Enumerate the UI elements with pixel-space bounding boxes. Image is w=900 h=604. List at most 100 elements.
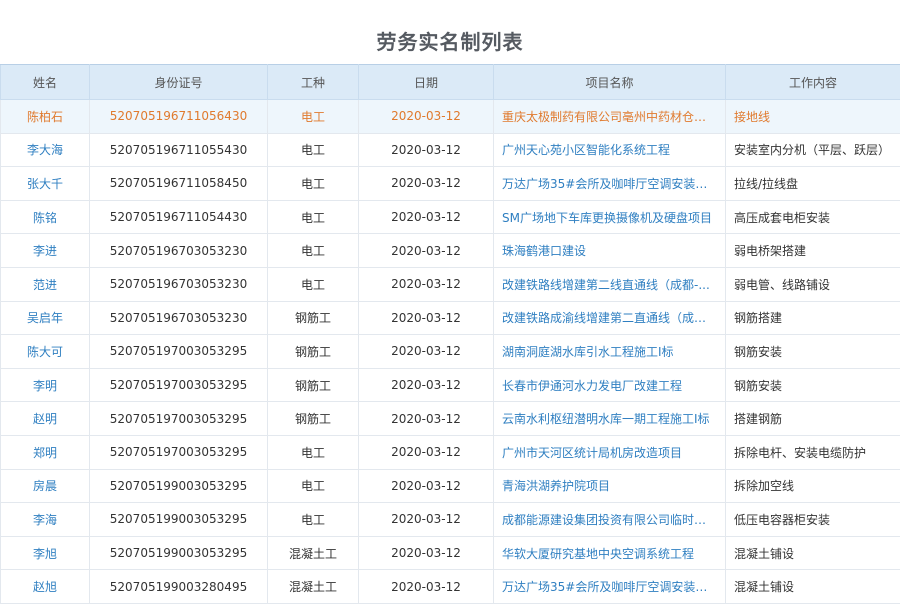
cell-project-name[interactable]: 华软大厦研究基地中央空调系统工程 [494, 536, 726, 570]
cell-project-name[interactable]: 云南水利枢纽潜明水库一期工程施工I标 [494, 402, 726, 436]
table-row[interactable]: 陈大可520705197003053295钢筋工2020-03-12湖南洞庭湖水… [1, 335, 900, 369]
cell-name[interactable]: 吴启年 [1, 301, 90, 335]
column-header-id-number[interactable]: 身份证号 [90, 65, 268, 100]
cell-job-type: 钢筋工 [268, 402, 359, 436]
cell-date: 2020-03-12 [359, 570, 494, 604]
cell-job-type: 钢筋工 [268, 301, 359, 335]
table-row[interactable]: 赵旭520705199003280495混凝土工2020-03-12万达广场35… [1, 570, 900, 604]
cell-name[interactable]: 张大千 [1, 167, 90, 201]
cell-id-number: 520705197003053295 [90, 368, 268, 402]
cell-work-content: 钢筋安装 [726, 368, 900, 402]
table-row[interactable]: 郑明520705197003053295电工2020-03-12广州市天河区统计… [1, 435, 900, 469]
table-row[interactable]: 陈铭520705196711054430电工2020-03-12SM广场地下车库… [1, 200, 900, 234]
cell-id-number: 520705196711058450 [90, 167, 268, 201]
cell-project-name[interactable]: 广州天心苑小区智能化系统工程 [494, 133, 726, 167]
cell-date: 2020-03-12 [359, 133, 494, 167]
column-header-name[interactable]: 姓名 [1, 65, 90, 100]
cell-name[interactable]: 李大海 [1, 133, 90, 167]
cell-work-content: 拉线/拉线盘 [726, 167, 900, 201]
cell-date: 2020-03-12 [359, 335, 494, 369]
cell-date: 2020-03-12 [359, 267, 494, 301]
cell-name[interactable]: 李进 [1, 234, 90, 268]
cell-job-type: 电工 [268, 267, 359, 301]
cell-job-type: 电工 [268, 167, 359, 201]
cell-job-type: 电工 [268, 234, 359, 268]
cell-work-content: 搭建钢筋 [726, 402, 900, 436]
cell-project-name[interactable]: 万达广场35#会所及咖啡厅空调安装工程 [494, 167, 726, 201]
cell-project-name[interactable]: 改建铁路成渝线增建第二直通线（成渝... [494, 301, 726, 335]
cell-id-number: 520705197003053295 [90, 335, 268, 369]
cell-name[interactable]: 郑明 [1, 435, 90, 469]
cell-name[interactable]: 陈铭 [1, 200, 90, 234]
cell-job-type: 混凝土工 [268, 570, 359, 604]
table-header-row: 姓名 身份证号 工种 日期 项目名称 工作内容 [1, 65, 900, 100]
cell-name[interactable]: 陈柏石 [1, 100, 90, 134]
cell-project-name[interactable]: 改建铁路线增建第二线直通线（成都-... [494, 267, 726, 301]
cell-name[interactable]: 李旭 [1, 536, 90, 570]
cell-date: 2020-03-12 [359, 435, 494, 469]
cell-name[interactable]: 房晨 [1, 469, 90, 503]
cell-id-number: 520705197003053295 [90, 402, 268, 436]
cell-name[interactable]: 范进 [1, 267, 90, 301]
cell-id-number: 520705196703053230 [90, 267, 268, 301]
cell-job-type: 电工 [268, 503, 359, 537]
column-header-job-type[interactable]: 工种 [268, 65, 359, 100]
cell-work-content: 接地线 [726, 100, 900, 134]
column-header-project-name[interactable]: 项目名称 [494, 65, 726, 100]
cell-date: 2020-03-12 [359, 368, 494, 402]
cell-project-name[interactable]: 广州市天河区统计局机房改造项目 [494, 435, 726, 469]
table-row[interactable]: 李进520705196703053230电工2020-03-12珠海鹤港口建设弱… [1, 234, 900, 268]
cell-project-name[interactable]: 重庆太极制药有限公司亳州中药材仓储... [494, 100, 726, 134]
cell-work-content: 低压电容器柜安装 [726, 503, 900, 537]
cell-project-name[interactable]: 长春市伊通河水力发电厂改建工程 [494, 368, 726, 402]
cell-name[interactable]: 赵旭 [1, 570, 90, 604]
cell-job-type: 电工 [268, 469, 359, 503]
column-header-work-content[interactable]: 工作内容 [726, 65, 900, 100]
cell-job-type: 电工 [268, 200, 359, 234]
table-row[interactable]: 李旭520705199003053295混凝土工2020-03-12华软大厦研究… [1, 536, 900, 570]
cell-project-name[interactable]: 成都能源建设集团投资有限公司临时办... [494, 503, 726, 537]
table-row[interactable]: 陈柏石520705196711056430电工2020-03-12重庆太极制药有… [1, 100, 900, 134]
cell-job-type: 钢筋工 [268, 368, 359, 402]
cell-work-content: 混凝土铺设 [726, 570, 900, 604]
cell-name[interactable]: 李海 [1, 503, 90, 537]
cell-job-type: 电工 [268, 100, 359, 134]
cell-work-content: 高压成套电柜安装 [726, 200, 900, 234]
column-header-date[interactable]: 日期 [359, 65, 494, 100]
table-row[interactable]: 李海520705199003053295电工2020-03-12成都能源建设集团… [1, 503, 900, 537]
table-row[interactable]: 张大千520705196711058450电工2020-03-12万达广场35#… [1, 167, 900, 201]
cell-work-content: 弱电管、线路铺设 [726, 267, 900, 301]
table-row[interactable]: 吴启年520705196703053230钢筋工2020-03-12改建铁路成渝… [1, 301, 900, 335]
cell-job-type: 电工 [268, 133, 359, 167]
cell-id-number: 520705196711056430 [90, 100, 268, 134]
cell-project-name[interactable]: 青海洪湖养护院项目 [494, 469, 726, 503]
cell-work-content: 钢筋安装 [726, 335, 900, 369]
cell-work-content: 拆除加空线 [726, 469, 900, 503]
cell-date: 2020-03-12 [359, 200, 494, 234]
cell-date: 2020-03-12 [359, 167, 494, 201]
cell-name[interactable]: 赵明 [1, 402, 90, 436]
cell-project-name[interactable]: 万达广场35#会所及咖啡厅空调安装工程 [494, 570, 726, 604]
cell-date: 2020-03-12 [359, 234, 494, 268]
cell-date: 2020-03-12 [359, 469, 494, 503]
table-row[interactable]: 李明520705197003053295钢筋工2020-03-12长春市伊通河水… [1, 368, 900, 402]
table-row[interactable]: 李大海520705196711055430电工2020-03-12广州天心苑小区… [1, 133, 900, 167]
labor-table: 姓名 身份证号 工种 日期 项目名称 工作内容 陈柏石5207051967110… [0, 64, 900, 604]
cell-date: 2020-03-12 [359, 536, 494, 570]
cell-work-content: 混凝土铺设 [726, 536, 900, 570]
cell-name[interactable]: 陈大可 [1, 335, 90, 369]
cell-date: 2020-03-12 [359, 503, 494, 537]
cell-id-number: 520705197003053295 [90, 435, 268, 469]
table-row[interactable]: 范进520705196703053230电工2020-03-12改建铁路线增建第… [1, 267, 900, 301]
cell-id-number: 520705199003280495 [90, 570, 268, 604]
table-body: 陈柏石520705196711056430电工2020-03-12重庆太极制药有… [1, 100, 900, 604]
cell-project-name[interactable]: 珠海鹤港口建设 [494, 234, 726, 268]
table-row[interactable]: 房晨520705199003053295电工2020-03-12青海洪湖养护院项… [1, 469, 900, 503]
cell-date: 2020-03-12 [359, 100, 494, 134]
cell-project-name[interactable]: 湖南洞庭湖水库引水工程施工I标 [494, 335, 726, 369]
cell-id-number: 520705196711054430 [90, 200, 268, 234]
cell-work-content: 安装室内分机（平层、跃层） [726, 133, 900, 167]
cell-project-name[interactable]: SM广场地下车库更换摄像机及硬盘项目 [494, 200, 726, 234]
table-row[interactable]: 赵明520705197003053295钢筋工2020-03-12云南水利枢纽潜… [1, 402, 900, 436]
cell-name[interactable]: 李明 [1, 368, 90, 402]
